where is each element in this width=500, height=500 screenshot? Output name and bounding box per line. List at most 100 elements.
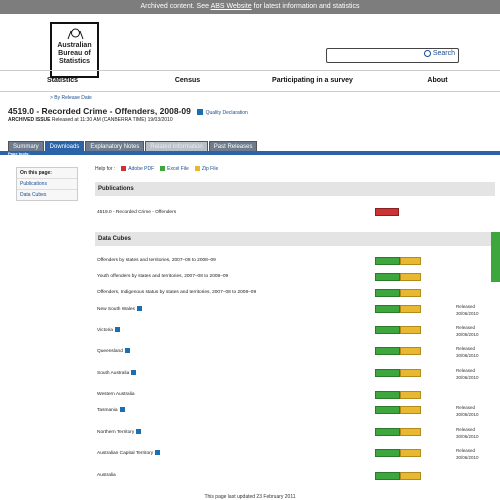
quality-icon[interactable]: [197, 108, 204, 115]
release-date: Released 30/06/2010: [456, 404, 479, 418]
release-date: Released 30/06/2010: [456, 303, 479, 317]
info-icon[interactable]: [136, 306, 142, 311]
sidebar-link-publications[interactable]: Publications: [17, 178, 77, 189]
info-icon[interactable]: [136, 429, 142, 434]
excel-download-button[interactable]: [375, 347, 400, 355]
pdf-download-button[interactable]: [375, 208, 399, 216]
release-label: Released: [456, 427, 476, 432]
data-cube-download: [375, 305, 421, 313]
main-nav: Statistics Census Participating in a sur…: [0, 70, 500, 92]
data-cube-download: [375, 273, 421, 281]
excel-download-button[interactable]: [375, 391, 400, 399]
zip-download-button[interactable]: [400, 305, 421, 313]
page-tools: Page tools:: [8, 151, 30, 156]
data-cube-download: [375, 391, 421, 399]
data-cube-row: Victoria: [97, 327, 120, 333]
data-cube-row: Queensland: [97, 348, 130, 354]
page-footer: This page last updated 23 February 2011: [204, 494, 296, 500]
info-icon[interactable]: [155, 450, 161, 455]
data-cube-row: South Australia: [97, 370, 137, 376]
abs-website-link[interactable]: ABS Website: [211, 3, 252, 10]
excel-download-button[interactable]: [375, 289, 400, 297]
zip-download-button[interactable]: [400, 449, 421, 457]
info-icon[interactable]: [124, 348, 130, 353]
archive-banner: Archived content. See ABS Website for la…: [0, 0, 500, 14]
data-cube-label: Australia: [97, 473, 116, 478]
release-date-value: 30/06/2010: [456, 434, 479, 439]
excel-download-button[interactable]: [375, 449, 400, 457]
excel-download-button[interactable]: [375, 428, 400, 436]
help-label: Help for :: [95, 166, 116, 172]
search-input[interactable]: Search: [326, 48, 459, 63]
release-label: Released: [456, 448, 476, 453]
zip-icon: [194, 166, 200, 172]
data-cube-label: Queensland: [97, 348, 123, 354]
page-title: 4519.0 - Recorded Crime - Offenders, 200…: [8, 106, 248, 116]
zip-download-button[interactable]: [400, 391, 421, 399]
release-date: Released 30/06/2010: [456, 426, 479, 440]
info-icon[interactable]: [119, 407, 125, 412]
help-pdf-link[interactable]: Adobe PDF: [121, 166, 154, 172]
info-icon[interactable]: [114, 327, 120, 332]
data-cube-download: [375, 406, 421, 414]
data-cube-label: New South Wales: [97, 306, 135, 312]
feedback-tab[interactable]: [491, 232, 500, 282]
logo-line-3: Statistics: [58, 58, 91, 65]
info-icon[interactable]: [131, 370, 137, 375]
breadcrumb[interactable]: > By Release Date: [50, 95, 92, 101]
nav-about[interactable]: About: [375, 71, 500, 91]
search-button[interactable]: Search: [423, 50, 455, 57]
data-cube-row: Australia: [97, 473, 116, 478]
data-cube-label: Youth offenders by states and territorie…: [97, 274, 229, 279]
excel-download-button[interactable]: [375, 273, 400, 281]
excel-download-button[interactable]: [375, 406, 400, 414]
issue-label: ARCHIVED ISSUE: [8, 117, 51, 123]
excel-download-button[interactable]: [375, 326, 400, 334]
data-cube-label: Tasmania: [97, 407, 118, 413]
page-title-text: 4519.0 - Recorded Crime - Offenders, 200…: [8, 106, 191, 116]
zip-download-button[interactable]: [400, 257, 421, 265]
data-cube-row: Northern Territory: [97, 429, 142, 435]
help-excel-label: Excel File: [167, 166, 189, 172]
excel-download-button[interactable]: [375, 257, 400, 265]
issue-text: Released at 11:30 AM (CANBERRA TIME) 19/…: [50, 117, 173, 123]
data-cube-label: Australian Capital Territory: [97, 450, 154, 456]
zip-download-button[interactable]: [400, 273, 421, 281]
data-cube-label: Northern Territory: [97, 429, 135, 435]
logo-line-2: Bureau of: [58, 50, 91, 57]
data-cube-download: [375, 369, 421, 377]
excel-download-button[interactable]: [375, 472, 400, 480]
publication-item: 4519.0 - Recorded Crime - Offenders: [97, 210, 177, 215]
release-date: Released 30/06/2010: [456, 324, 479, 338]
zip-download-button[interactable]: [400, 347, 421, 355]
zip-download-button[interactable]: [400, 406, 421, 414]
zip-download-button[interactable]: [400, 289, 421, 297]
help-pdf-label: Adobe PDF: [128, 166, 155, 172]
nav-participating[interactable]: Participating in a survey: [250, 71, 375, 91]
zip-download-button[interactable]: [400, 369, 421, 377]
quality-declaration-link[interactable]: Quality Declaration: [206, 110, 248, 116]
data-cube-label: Offenders by states and territories, 200…: [97, 258, 216, 263]
excel-download-button[interactable]: [375, 305, 400, 313]
zip-download-button[interactable]: [400, 326, 421, 334]
nav-statistics[interactable]: Statistics: [0, 71, 125, 91]
data-cube-row: Youth offenders by states and territorie…: [97, 274, 228, 279]
release-date: Released 30/06/2010: [456, 367, 479, 381]
tab-underline: [0, 151, 500, 155]
release-date-value: 30/06/2010: [456, 375, 479, 380]
nav-census[interactable]: Census: [125, 71, 250, 91]
on-this-page-heading: On this page:: [20, 170, 52, 176]
excel-download-button[interactable]: [375, 369, 400, 377]
help-zip-link[interactable]: Zip File: [194, 166, 218, 172]
data-cube-row: New South Wales: [97, 306, 142, 312]
help-for: Help for : Adobe PDF Excel File Zip File: [95, 166, 218, 172]
data-cube-row: Western Australia: [97, 392, 135, 397]
data-cube-row: Tasmania: [97, 407, 125, 413]
search-icon: [423, 50, 431, 57]
release-date-value: 30/06/2010: [456, 455, 479, 460]
zip-download-button[interactable]: [400, 472, 421, 480]
zip-download-button[interactable]: [400, 428, 421, 436]
help-excel-link[interactable]: Excel File: [160, 166, 189, 172]
sidebar-link-data-cubes[interactable]: Data Cubes: [17, 189, 77, 200]
data-cube-row: Australian Capital Territory: [97, 450, 161, 456]
